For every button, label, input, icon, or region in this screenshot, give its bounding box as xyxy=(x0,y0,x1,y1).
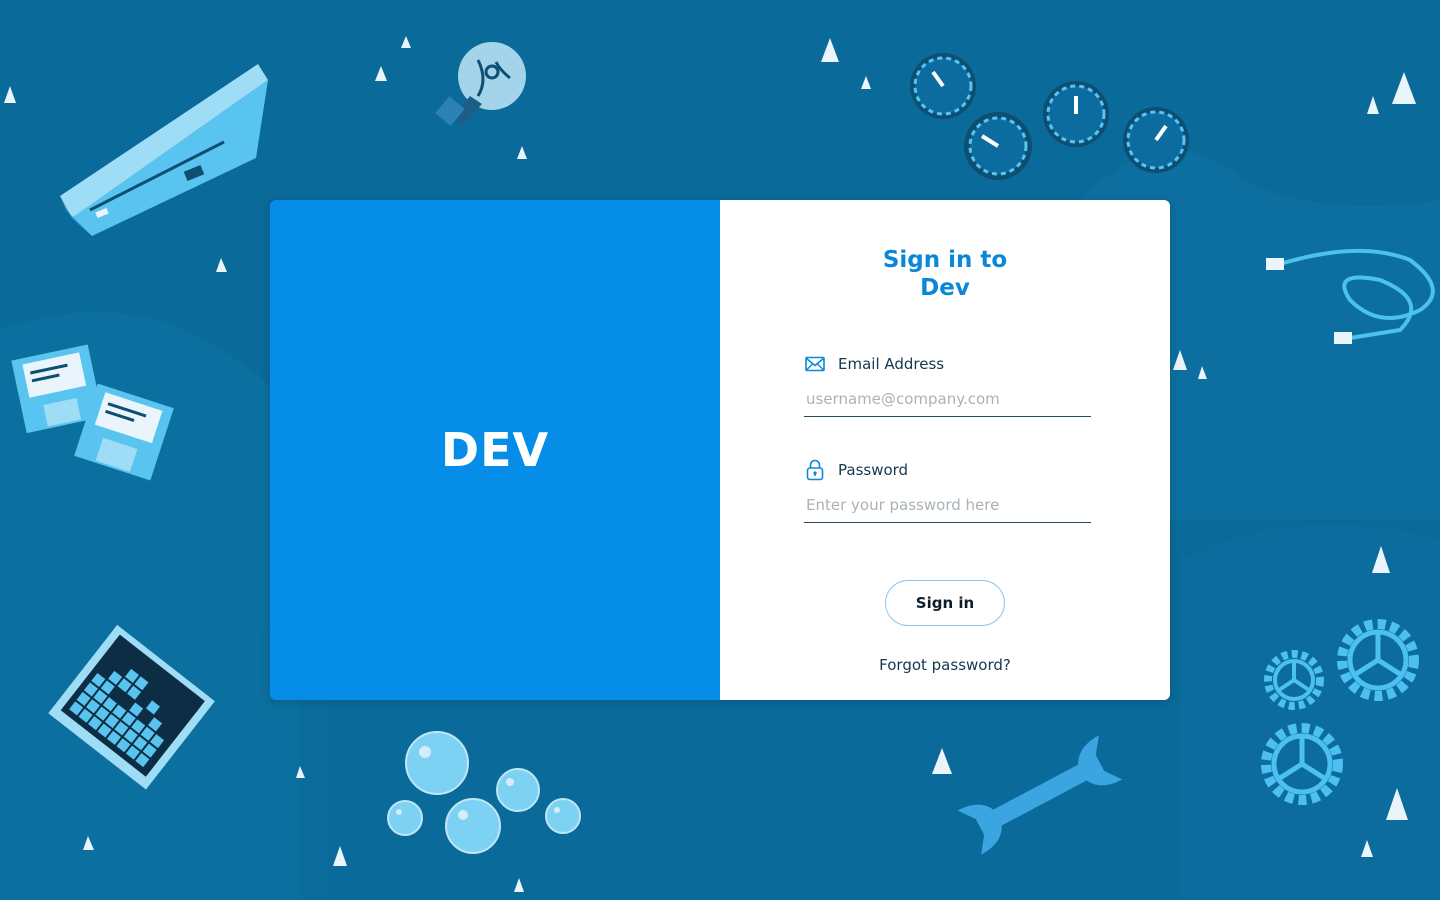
floppy-drive-icon xyxy=(60,64,268,236)
signin-form: Sign in to Dev Email Address username@co… xyxy=(720,200,1170,700)
email-field-group: Email Address xyxy=(804,352,1091,417)
envelope-icon xyxy=(804,353,826,375)
signin-button[interactable]: Sign in xyxy=(885,580,1005,626)
forgot-password-link[interactable]: Forgot password? xyxy=(720,656,1170,674)
password-label: Password xyxy=(838,461,909,479)
login-card: DEV Sign in to Dev Email Address usernam… xyxy=(270,200,1170,700)
email-label: Email Address xyxy=(838,355,945,373)
brand-logo-text: DEV xyxy=(440,423,550,477)
password-label-row: Password xyxy=(804,458,1091,482)
signin-title: Sign in to Dev xyxy=(720,246,1170,302)
password-field-group: Password xyxy=(804,458,1091,523)
bubbles-icon xyxy=(387,731,581,854)
stopwatch-icon xyxy=(910,53,1189,180)
brand-panel: DEV xyxy=(270,200,720,700)
password-input[interactable] xyxy=(804,492,1091,523)
signin-title-line2: Dev xyxy=(920,275,970,301)
email-label-row: Email Address xyxy=(804,352,1091,376)
lightbulb-icon xyxy=(435,42,526,126)
lock-icon xyxy=(804,459,826,481)
email-input[interactable] xyxy=(804,386,1091,417)
login-page: DEV Sign in to Dev Email Address usernam… xyxy=(0,0,1440,900)
signin-title-line1: Sign in to xyxy=(882,247,1008,273)
wrench-icon xyxy=(957,735,1123,855)
